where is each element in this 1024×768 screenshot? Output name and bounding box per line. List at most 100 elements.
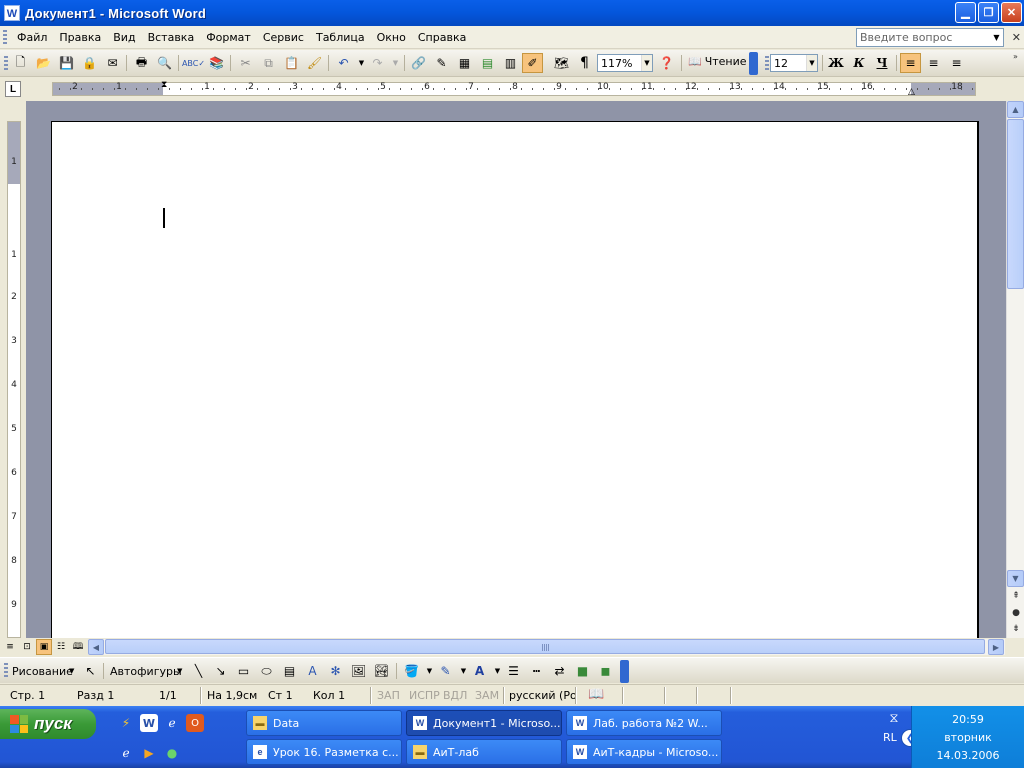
- clock-time[interactable]: 20:59: [912, 713, 1024, 726]
- drawing-icon[interactable]: ✐: [522, 53, 543, 73]
- drawing-menu[interactable]: Рисование: [12, 665, 73, 678]
- task-document1[interactable]: W Документ1 - Microso...: [406, 710, 562, 736]
- status-ovr[interactable]: ЗАМ: [475, 689, 499, 702]
- underline-button[interactable]: Ч: [873, 54, 891, 72]
- open-folder-icon[interactable]: 📂: [33, 53, 54, 73]
- email-icon[interactable]: ✉: [102, 53, 123, 73]
- ask-question-box[interactable]: Введите вопрос ▼: [856, 28, 1004, 47]
- toolbar-grip[interactable]: [4, 56, 8, 71]
- minimize-button[interactable]: ▁: [955, 2, 976, 23]
- toolbar-options-icon[interactable]: [749, 52, 758, 75]
- first-line-indent-marker[interactable]: ⧗: [161, 80, 167, 90]
- cut-icon[interactable]: ✂: [235, 53, 256, 73]
- status-ext[interactable]: ВДЛ: [443, 689, 467, 702]
- zoom-combo[interactable]: 117% ▼: [597, 54, 653, 72]
- oval-icon[interactable]: ⬭: [256, 661, 277, 681]
- chevron-down-icon[interactable]: ▼: [69, 667, 74, 675]
- document-area[interactable]: [26, 101, 1006, 638]
- horizontal-scrollbar[interactable]: ◀ ▶: [88, 639, 1005, 655]
- task-lab-work[interactable]: W Лаб. работа №2 W...: [566, 710, 722, 736]
- outline-view-icon[interactable]: ☷: [53, 639, 69, 655]
- scroll-down-icon[interactable]: ▼: [1007, 570, 1024, 587]
- menu-table[interactable]: Таблица: [310, 29, 371, 46]
- reading-layout-icon[interactable]: 🕮: [70, 639, 86, 655]
- media-player-icon[interactable]: ▶: [140, 744, 158, 762]
- 3d-icon[interactable]: ◼: [595, 661, 616, 681]
- dash-style-icon[interactable]: ┅: [526, 661, 547, 681]
- right-indent-marker[interactable]: △: [908, 87, 915, 97]
- justify-icon[interactable]: ≡: [946, 53, 967, 73]
- restore-button[interactable]: ❐: [978, 2, 999, 23]
- reading-button[interactable]: 📖 Чтение: [688, 55, 747, 68]
- show-hide-icon[interactable]: ¶: [574, 53, 595, 73]
- italic-button[interactable]: К: [850, 54, 868, 72]
- diagram-icon[interactable]: ✻: [325, 661, 346, 681]
- redo-dropdown-icon[interactable]: ▼: [385, 53, 406, 73]
- status-language[interactable]: русский (Ро: [509, 689, 577, 702]
- status-rec[interactable]: ЗАП: [377, 689, 400, 702]
- align-center-icon[interactable]: ≡: [923, 53, 944, 73]
- chevron-down-icon[interactable]: ▼: [641, 55, 652, 71]
- copy-icon[interactable]: ⧉: [258, 53, 279, 73]
- word-app-icon[interactable]: W: [4, 5, 20, 21]
- format-painter-icon[interactable]: 🖌: [304, 53, 325, 73]
- arrow-style-icon[interactable]: ⇄: [549, 661, 570, 681]
- menu-file[interactable]: Файл: [11, 29, 53, 46]
- arrow-icon[interactable]: ↘: [210, 661, 231, 681]
- normal-view-icon[interactable]: ≡: [2, 639, 18, 655]
- document-page[interactable]: [51, 121, 979, 638]
- task-ait-kadry[interactable]: W АиТ-кадры - Microso...: [566, 739, 722, 765]
- title-bar[interactable]: W Документ1 - Microsoft Word ▁ ❐ ✕: [0, 0, 1024, 26]
- browse-object-icon[interactable]: ●: [1010, 606, 1022, 619]
- vertical-scrollbar[interactable]: ▲ ▼ ⇞ ● ⇟: [1006, 101, 1024, 638]
- help-icon[interactable]: ❓: [656, 53, 677, 73]
- line-icon[interactable]: ╲: [188, 661, 209, 681]
- menu-tools[interactable]: Сервис: [257, 29, 310, 46]
- ie-launch-icon[interactable]: ℯ: [163, 714, 181, 732]
- print-icon[interactable]: 🖶: [131, 53, 152, 73]
- shadow-icon[interactable]: ■: [572, 661, 593, 681]
- spelling-status-icon[interactable]: 📖: [588, 687, 604, 702]
- chevron-down-icon[interactable]: ▼: [177, 667, 182, 675]
- vertical-scroll-thumb[interactable]: [1007, 119, 1024, 289]
- close-button[interactable]: ✕: [1001, 2, 1022, 23]
- scroll-right-icon[interactable]: ▶: [988, 639, 1004, 655]
- columns-icon[interactable]: ▥: [500, 53, 521, 73]
- line-style-icon[interactable]: ☰: [503, 661, 524, 681]
- document-map-icon[interactable]: 🗺: [551, 53, 572, 73]
- horizontal-scroll-thumb[interactable]: [105, 639, 985, 654]
- chevron-down-icon[interactable]: ▼: [806, 55, 817, 71]
- network-icon[interactable]: ●: [163, 744, 181, 762]
- tables-borders-icon[interactable]: ✎: [431, 53, 452, 73]
- new-document-icon[interactable]: 🗋: [10, 53, 31, 73]
- task-ait-lab[interactable]: ▬ АиТ-лаб: [406, 739, 562, 765]
- outlook-launch-icon[interactable]: O: [186, 714, 204, 732]
- tray-app-icon[interactable]: ⧖: [874, 711, 914, 726]
- menu-format[interactable]: Формат: [200, 29, 257, 46]
- quick-launch-icon[interactable]: ⚡: [117, 714, 135, 732]
- autoshapes-menu[interactable]: Автофигуры: [110, 665, 182, 678]
- menu-view[interactable]: Вид: [107, 29, 141, 46]
- ie-small-icon[interactable]: ℯ: [117, 744, 135, 762]
- language-indicator[interactable]: RL: [883, 731, 897, 744]
- hyperlink-icon[interactable]: 🔗: [408, 53, 429, 73]
- menu-help[interactable]: Справка: [412, 29, 472, 46]
- print-layout-icon[interactable]: ▣: [36, 639, 52, 655]
- menu-grip[interactable]: [3, 29, 7, 45]
- vertical-ruler[interactable]: 1 1 2 3 4 5 6 7 8 9: [7, 121, 21, 638]
- clip-art-icon[interactable]: 🖼: [348, 661, 369, 681]
- status-trk[interactable]: ИСПР: [409, 689, 440, 702]
- format-toolbar-grip[interactable]: [765, 56, 769, 71]
- permission-icon[interactable]: 🔒: [79, 53, 100, 73]
- tab-selector-icon[interactable]: L: [5, 81, 21, 97]
- insert-excel-icon[interactable]: ▤: [477, 53, 498, 73]
- menu-edit[interactable]: Правка: [53, 29, 107, 46]
- web-view-icon[interactable]: ⊡: [19, 639, 35, 655]
- word-launch-icon[interactable]: W: [140, 714, 158, 732]
- task-lesson16[interactable]: e Урок 16. Разметка с...: [246, 739, 402, 765]
- previous-page-icon[interactable]: ⇞: [1010, 589, 1022, 602]
- chevron-down-icon[interactable]: ▼: [990, 29, 1003, 46]
- font-size-combo[interactable]: 12 ▼: [770, 54, 818, 72]
- paste-icon[interactable]: 📋: [281, 53, 302, 73]
- rectangle-icon[interactable]: ▭: [233, 661, 254, 681]
